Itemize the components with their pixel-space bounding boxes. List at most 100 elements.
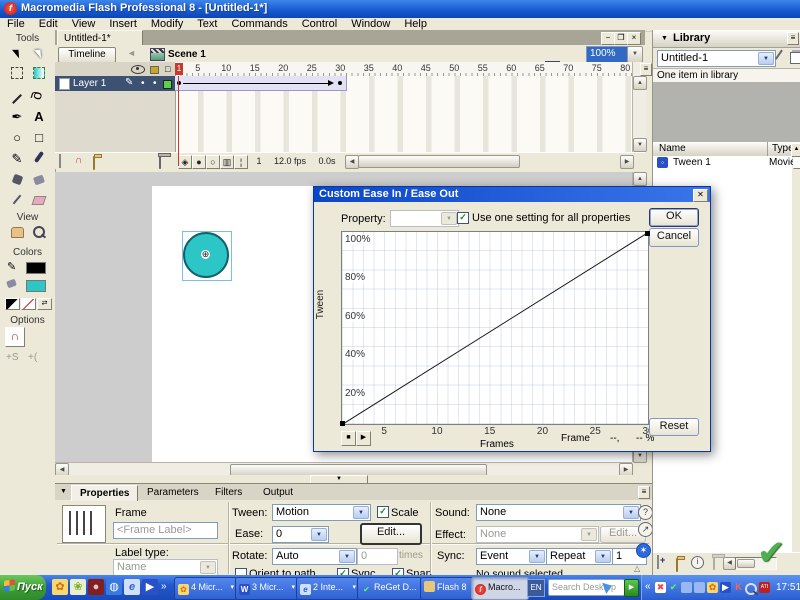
ink-bottle-tool[interactable] [7, 170, 27, 190]
taskbar-button-flash8-folder[interactable]: Flash 8 [420, 577, 474, 600]
tray-x-icon[interactable]: ✖ [655, 582, 666, 593]
lasso-tool[interactable]: ϱ [29, 86, 49, 106]
tab-output[interactable]: Output [255, 485, 301, 500]
repeat-select[interactable]: Repeat▼ [546, 548, 613, 565]
layer-name[interactable]: Layer 1 [73, 78, 106, 89]
onion-skin-button[interactable]: ● [192, 155, 206, 169]
mdi-minimize-button[interactable]: − [601, 32, 615, 45]
frames-ruler[interactable]: 5101520253035404550556065707580 [175, 62, 632, 77]
text-tool[interactable]: A [29, 107, 49, 127]
library-trash-icon[interactable] [713, 556, 715, 570]
pencil-tool[interactable]: ✎ [7, 149, 27, 169]
tray-kaspersky-icon[interactable]: K [733, 582, 744, 593]
add-folder-icon[interactable] [93, 156, 95, 170]
selection-tool[interactable] [7, 44, 27, 64]
start-button[interactable]: Пуск [0, 575, 46, 600]
sound-sync-select[interactable]: Event▼ [476, 548, 547, 565]
free-transform-tool[interactable] [7, 65, 27, 85]
timeline-hscroll-thumb[interactable] [358, 155, 520, 168]
timeline-hscroll-left-icon[interactable]: ◀ [345, 155, 359, 169]
brush-tool[interactable] [29, 149, 49, 169]
subselection-tool[interactable] [29, 44, 49, 64]
add-layer-icon[interactable] [59, 154, 61, 168]
oval-tool[interactable]: ○ [7, 128, 27, 148]
dialog-title-bar[interactable]: Custom Ease In / Ease Out [314, 187, 710, 202]
launch-icon[interactable]: ↗ [638, 522, 653, 537]
taskbar-button-reget[interactable]: ✔ReGet D... [357, 577, 423, 600]
new-symbol-icon[interactable]: + [657, 555, 659, 569]
ok-button[interactable]: OK [649, 208, 699, 227]
ease-curve[interactable] [342, 232, 649, 425]
column-type[interactable]: Type [767, 142, 794, 156]
eyedropper-tool[interactable] [7, 191, 27, 211]
zoom-tool[interactable] [29, 224, 49, 244]
eraser-tool[interactable] [29, 191, 49, 211]
taskbar-button-flash-active[interactable]: fMacro... [471, 577, 529, 600]
tray-network2-icon[interactable] [694, 582, 705, 593]
sound-select[interactable]: None▼ [476, 504, 641, 521]
quicklaunch-icq-icon[interactable]: ✿ [52, 579, 68, 595]
center-frame-button[interactable]: ◈ [178, 155, 192, 169]
tray-ati-icon[interactable]: ATI [759, 582, 770, 593]
mdi-restore-button[interactable]: ❐ [614, 32, 628, 45]
column-name[interactable]: Name [659, 142, 686, 156]
taskbar-button-ie-group[interactable]: e2 Inte...▾ [296, 577, 360, 600]
properties-panel-menu-icon[interactable]: ≡ [638, 486, 650, 499]
menu-file[interactable]: File [0, 18, 32, 31]
default-colors-button[interactable] [5, 298, 20, 310]
rotate-select[interactable]: Auto▼ [272, 548, 357, 565]
tab-filters[interactable]: Filters [207, 485, 250, 500]
search-go-button[interactable]: ▶ [624, 579, 639, 597]
layer-visible-dot[interactable]: • [141, 78, 145, 89]
layer-row[interactable]: Layer 1 ✎ • • [55, 76, 175, 91]
document-tab[interactable]: Untitled-1* [57, 30, 143, 46]
stage-hscrollbar[interactable]: ◀ ▶ [55, 462, 632, 476]
stage-scroll-up-icon[interactable]: ▲ [633, 172, 647, 186]
fill-color-swatch[interactable] [26, 280, 46, 292]
language-indicator[interactable]: EN [527, 579, 545, 597]
quicklaunch-media-icon[interactable]: ▶ [142, 579, 158, 595]
playhead-marker[interactable]: 1 [175, 63, 183, 75]
hand-tool[interactable] [7, 224, 27, 244]
sort-order-icon[interactable]: ▲ [791, 143, 800, 157]
tray-network-icon[interactable] [681, 582, 692, 593]
layer-lock-dot[interactable]: • [153, 78, 157, 89]
show-hide-eye-icon[interactable] [131, 65, 145, 74]
frame-rate-value[interactable]: 12.0 fps [269, 155, 311, 168]
tray-magnifier-icon[interactable] [745, 583, 757, 595]
paint-bucket-tool[interactable] [29, 170, 49, 190]
library-header[interactable]: ▼ Library ≡ [653, 30, 800, 48]
new-library-window-icon[interactable] [790, 52, 800, 64]
ease-handle-end[interactable] [645, 231, 650, 236]
pin-library-icon[interactable] [775, 50, 791, 66]
tween-select[interactable]: Motion▼ [272, 504, 371, 521]
straighten-option[interactable]: +( [28, 352, 37, 363]
collapse-triangle-icon[interactable]: △ [634, 564, 640, 573]
use-one-setting-checkbox[interactable]: ✓ [457, 212, 469, 224]
add-motion-guide-icon[interactable]: ∩ [75, 155, 87, 166]
panel-collapse-arrow-icon[interactable]: ▼ [661, 35, 668, 42]
timeline-hscroll-right-icon[interactable]: ▶ [620, 155, 634, 169]
taskbar-button-word-group[interactable]: W3 Micr...▾ [235, 577, 299, 600]
outline-square-icon[interactable]: □ [165, 64, 170, 74]
quicklaunch-red-icon[interactable]: ● [88, 579, 104, 595]
timeline-panel-menu-icon[interactable]: ≡ [640, 63, 652, 76]
effect-select[interactable]: None▼ [476, 526, 599, 543]
label-type-select[interactable]: Name▼ [113, 559, 218, 576]
line-tool[interactable] [7, 86, 27, 106]
scene-label[interactable]: Scene 1 [168, 49, 206, 60]
tray-player-icon[interactable]: ▶ [720, 582, 731, 593]
quicklaunch-overflow-chevron[interactable]: » [161, 581, 167, 592]
tab-properties[interactable]: Properties [71, 485, 138, 501]
ease-plot[interactable]: 100%80%60%40%20% [341, 231, 649, 425]
zoom-level-input[interactable]: 100% [586, 46, 631, 63]
item-properties-icon[interactable]: i [691, 556, 704, 569]
keyframe-dot-end[interactable] [338, 81, 342, 85]
new-folder-icon[interactable] [676, 558, 678, 572]
panel-expand-arrow-icon[interactable]: ▼ [60, 488, 67, 495]
timeline-scroll-down-icon[interactable]: ▼ [633, 138, 647, 152]
edit-multiple-frames-button[interactable]: ▥ [220, 155, 234, 169]
lock-icon[interactable] [150, 66, 159, 74]
timeline-scroll-up-icon[interactable]: ▲ [633, 76, 647, 90]
rotate-times-input[interactable]: 0 [357, 548, 398, 565]
